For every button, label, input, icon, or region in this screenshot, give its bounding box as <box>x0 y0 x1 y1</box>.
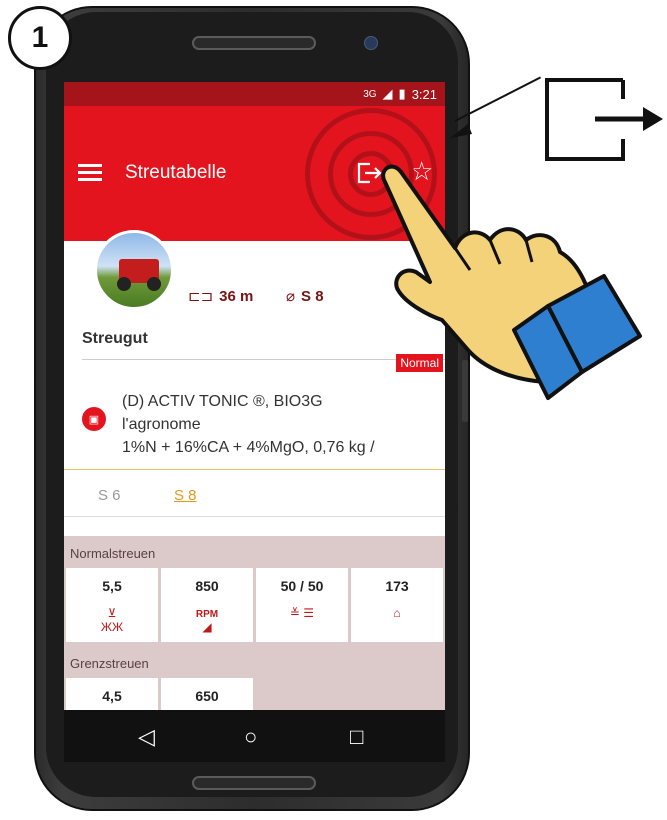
pointing-hand-icon <box>381 164 642 400</box>
machine-avatar <box>94 230 174 310</box>
step-number-badge: 1 <box>8 6 72 70</box>
